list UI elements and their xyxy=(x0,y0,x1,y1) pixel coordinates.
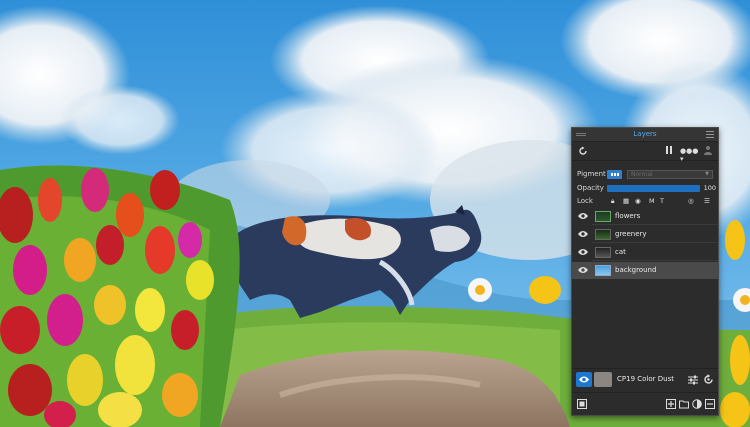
layer-row-flowers[interactable]: flowers xyxy=(572,208,718,225)
panel-menu-icon[interactable] xyxy=(706,131,714,138)
eye-icon[interactable] xyxy=(578,230,588,238)
opacity-slider[interactable] xyxy=(607,185,700,192)
visibility-icon[interactable]: ◎ xyxy=(688,197,694,206)
pigment-label: Pigment xyxy=(577,170,606,178)
chevron-down-icon: ▼ xyxy=(705,171,709,177)
opacity-row: Opacity 100 xyxy=(572,183,718,194)
layers-panel: Layers ●●● ▾ Pigment Normal ▼ Opacity 10… xyxy=(571,127,719,416)
checker-icon[interactable]: ▦ xyxy=(623,197,629,206)
layer-row-background[interactable]: background xyxy=(572,262,718,279)
person-icon[interactable] xyxy=(703,145,713,156)
lock-row: Lock 🔒︎ ▦ ◉ M T ◎ ☰ xyxy=(572,196,718,207)
brush-visibility-button[interactable] xyxy=(576,372,592,387)
layer-name: greenery xyxy=(615,230,647,238)
eye-icon[interactable] xyxy=(578,266,588,274)
merge-icon[interactable] xyxy=(577,399,587,409)
layer-thumbnail xyxy=(595,265,611,276)
blend-mode-value: Normal xyxy=(631,171,653,178)
layers-bottom-bar xyxy=(572,392,718,416)
blend-mode-select[interactable]: Normal ▼ xyxy=(627,170,713,179)
lock-icon[interactable]: 🔒︎ xyxy=(611,197,614,206)
add-layer-icon[interactable] xyxy=(666,399,676,409)
opacity-label: Opacity xyxy=(577,184,604,192)
sliders-icon[interactable] xyxy=(688,375,698,385)
pigment-row: Pigment Normal ▼ xyxy=(572,169,718,180)
dot-icon[interactable]: ◉ xyxy=(635,197,641,206)
layer-thumbnail xyxy=(595,229,611,240)
pigment-swatch[interactable] xyxy=(607,170,622,179)
lock-t-button[interactable]: T xyxy=(660,197,664,206)
folder-icon[interactable] xyxy=(679,399,689,409)
layer-name: cat xyxy=(615,248,626,256)
lock-label: Lock xyxy=(577,197,593,205)
layer-row-greenery[interactable]: greenery xyxy=(572,226,718,243)
opacity-value[interactable]: 100 xyxy=(702,184,716,192)
panel-titlebar[interactable]: Layers xyxy=(572,128,718,142)
eye-icon xyxy=(579,376,589,383)
mask-icon[interactable] xyxy=(692,399,702,409)
layer-name: background xyxy=(615,266,657,274)
eye-icon[interactable] xyxy=(578,248,588,256)
lock-m-button[interactable]: M xyxy=(649,197,655,206)
layer-name: flowers xyxy=(615,212,641,220)
panel-title: Layers xyxy=(633,130,657,138)
brush-thumbnail[interactable] xyxy=(594,372,612,387)
brush-name: CP19 Color Dust xyxy=(617,375,674,383)
sliders-icon[interactable]: ☰ xyxy=(704,197,710,206)
delete-layer-icon[interactable] xyxy=(705,399,715,409)
pause-icon[interactable] xyxy=(666,146,674,155)
layer-thumbnail xyxy=(595,247,611,258)
refresh-icon[interactable] xyxy=(703,374,714,385)
layer-row-cat[interactable]: cat xyxy=(572,244,718,261)
dots-dropdown-icon[interactable]: ●●● ▾ xyxy=(680,147,698,163)
lock-options: 🔒︎ ▦ ◉ M T ◎ ☰ xyxy=(611,197,711,206)
layer-thumbnail xyxy=(595,211,611,222)
layers-toolbar: ●●● ▾ xyxy=(572,142,718,163)
brush-row: CP19 Color Dust xyxy=(572,368,718,391)
eye-icon[interactable] xyxy=(578,212,588,220)
refresh-icon[interactable] xyxy=(578,146,588,156)
